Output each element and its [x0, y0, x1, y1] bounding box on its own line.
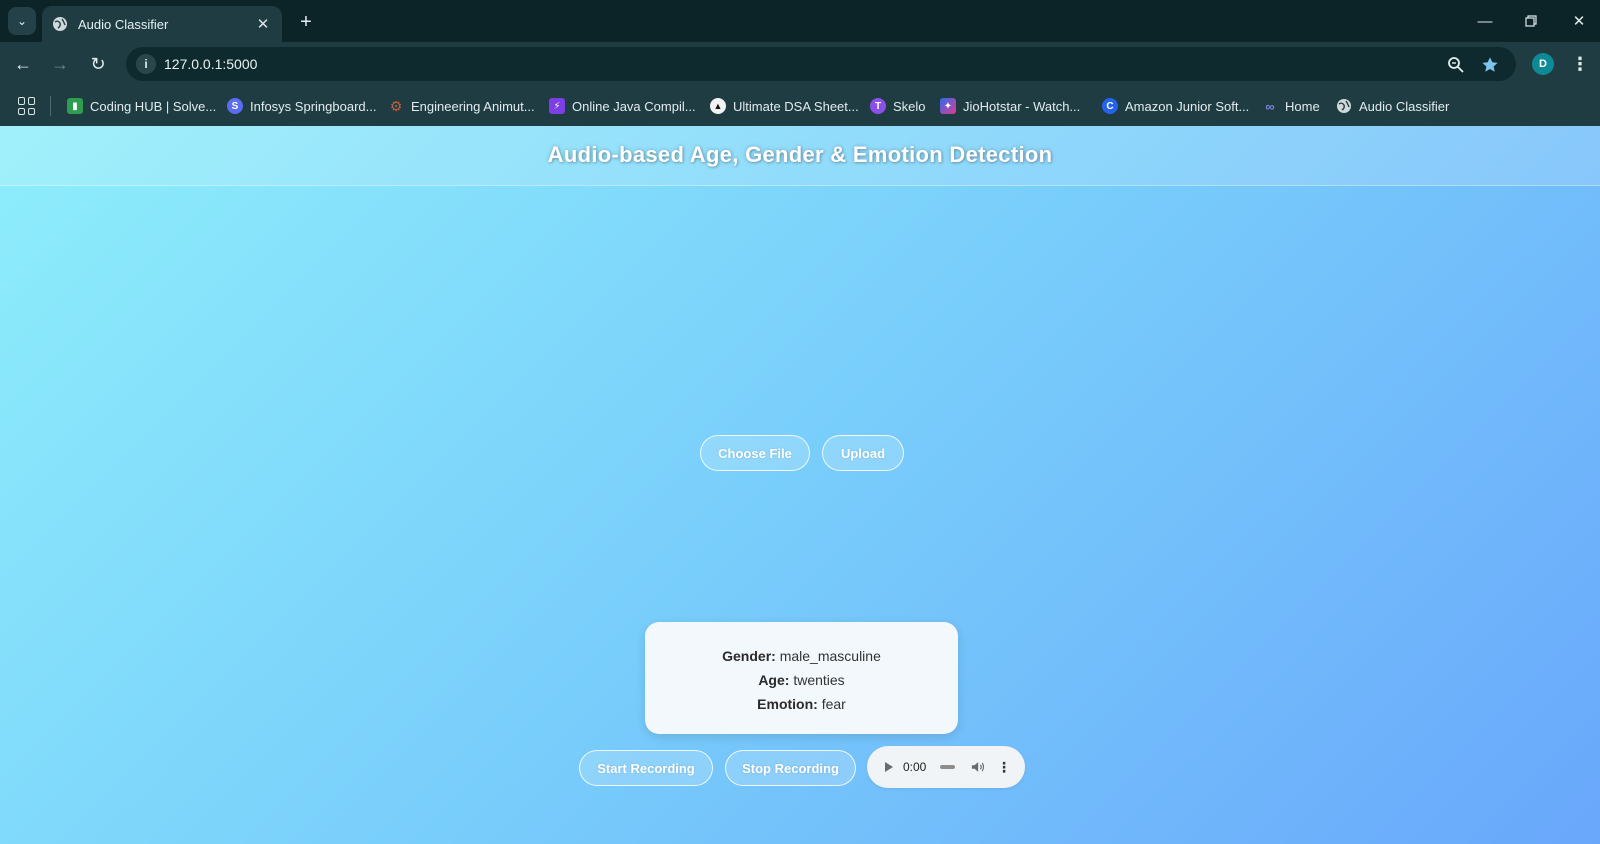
- age-result: Age: twenties: [645, 668, 958, 692]
- age-value: twenties: [793, 672, 845, 688]
- close-window-button[interactable]: ✕: [1564, 8, 1594, 34]
- gender-label: Gender:: [722, 648, 776, 664]
- skelo-icon: T: [870, 98, 886, 114]
- tab-audio-classifier[interactable]: Audio Classifier ✕: [42, 6, 282, 42]
- zoom-button[interactable]: [1444, 53, 1468, 77]
- engineering-icon: ⚙: [389, 97, 403, 114]
- more-vertical-icon[interactable]: ⋮: [997, 759, 1011, 776]
- volume-icon[interactable]: [971, 760, 985, 774]
- bookmarks-bar: ▮ Coding HUB | Solve... S Infosys Spring…: [0, 86, 1600, 126]
- close-icon: ✕: [1572, 13, 1586, 30]
- jiohotstar-icon: ✦: [940, 98, 956, 114]
- minimize-button[interactable]: —: [1470, 8, 1500, 34]
- browser-toolbar: ← → ↻ i 127.0.0.1:5000 D ⋮: [0, 42, 1600, 86]
- bookmark-label: Engineering Animut...: [411, 98, 535, 114]
- page-viewport: Audio-based Age, Gender & Emotion Detect…: [0, 126, 1600, 844]
- bookmark-label: Home: [1285, 98, 1320, 114]
- age-label: Age:: [758, 672, 790, 688]
- bookmark-label: Skelo: [893, 98, 926, 114]
- back-button[interactable]: ←: [9, 50, 37, 78]
- start-recording-button[interactable]: Start Recording: [579, 750, 713, 786]
- forward-button[interactable]: →: [46, 50, 74, 78]
- emotion-value: fear: [821, 696, 846, 712]
- reload-icon: ↻: [90, 53, 106, 74]
- upload-button[interactable]: Upload: [822, 435, 904, 471]
- bookmark-label: Amazon Junior Soft...: [1125, 98, 1250, 114]
- close-icon[interactable]: ✕: [254, 15, 272, 33]
- coding-hub-icon: ▮: [67, 98, 83, 114]
- globe-icon: [53, 17, 67, 31]
- address-bar[interactable]: i 127.0.0.1:5000: [126, 47, 1516, 81]
- play-icon[interactable]: [885, 762, 893, 772]
- audio-player: 0:00 ⋮: [867, 746, 1025, 788]
- result-card: Gender: male_masculine Age: twenties Emo…: [645, 622, 958, 734]
- star-icon: [1482, 57, 1498, 72]
- restore-icon: [1525, 15, 1537, 27]
- bookmark-label: Infosys Springboard...: [250, 98, 377, 114]
- bookmark-star-button[interactable]: [1478, 53, 1502, 77]
- globe-icon: [1337, 99, 1351, 113]
- arrow-left-icon: ←: [14, 53, 32, 74]
- new-tab-button[interactable]: +: [294, 10, 318, 34]
- plus-icon: +: [300, 10, 312, 33]
- apps-grid-icon[interactable]: [18, 97, 36, 115]
- tab-search-button[interactable]: ⌄: [8, 7, 36, 35]
- site-info-icon[interactable]: i: [136, 54, 156, 74]
- bookmark-ultimate-dsa-sheet[interactable]: ▲ Ultimate DSA Sheet...: [710, 94, 859, 118]
- restore-button[interactable]: [1516, 8, 1546, 34]
- page-title: Audio-based Age, Gender & Emotion Detect…: [547, 142, 1053, 167]
- url-text: 127.0.0.1:5000: [164, 56, 258, 72]
- bookmark-coding-hub[interactable]: ▮ Coding HUB | Solve...: [67, 94, 216, 118]
- arrow-right-icon: →: [51, 53, 69, 74]
- bookmark-audio-classifier[interactable]: Audio Classifier: [1336, 94, 1449, 118]
- home-link-icon: ∞: [1265, 98, 1275, 114]
- choose-file-button[interactable]: Choose File: [700, 435, 810, 471]
- bookmark-label: Ultimate DSA Sheet...: [733, 98, 859, 114]
- infosys-icon: S: [227, 98, 243, 114]
- dsa-sheet-icon: ▲: [710, 98, 726, 114]
- magnifier-icon: [1448, 57, 1464, 73]
- reload-button[interactable]: ↻: [84, 50, 112, 78]
- bookmark-skelo[interactable]: T Skelo: [870, 94, 926, 118]
- minimize-icon: —: [1477, 12, 1493, 30]
- bookmark-online-java-compiler[interactable]: ⚡ Online Java Compil...: [549, 94, 696, 118]
- bookmark-jiohotstar[interactable]: ✦ JioHotstar - Watch...: [940, 94, 1080, 118]
- amazon-junior-icon: C: [1102, 98, 1118, 114]
- bookmark-label: Coding HUB | Solve...: [90, 98, 217, 114]
- bookmark-infosys-springboard[interactable]: S Infosys Springboard...: [227, 94, 376, 118]
- java-compiler-icon: ⚡: [549, 98, 565, 114]
- gender-value: male_masculine: [779, 648, 881, 664]
- more-vertical-icon: ⋮: [1571, 53, 1589, 74]
- bookmark-home[interactable]: ∞ Home: [1262, 94, 1320, 118]
- bookmark-label: JioHotstar - Watch...: [963, 98, 1081, 114]
- audio-time: 0:00: [903, 760, 927, 774]
- bookmark-label: Audio Classifier: [1359, 98, 1450, 114]
- tab-title: Audio Classifier: [78, 16, 169, 32]
- emotion-result: Emotion: fear: [645, 692, 958, 716]
- bookmark-amazon-junior[interactable]: C Amazon Junior Soft...: [1102, 94, 1249, 118]
- gender-result: Gender: male_masculine: [645, 644, 958, 668]
- bookmark-engineering[interactable]: ⚙ Engineering Animut...: [388, 94, 535, 118]
- browser-menu-button[interactable]: ⋮: [1568, 51, 1592, 77]
- stop-recording-button[interactable]: Stop Recording: [725, 750, 856, 786]
- bookmarks-divider: [50, 96, 51, 116]
- audio-progress-slider[interactable]: [940, 765, 955, 769]
- tab-bar: ⌄ Audio Classifier ✕ + — ✕: [0, 0, 1600, 42]
- bookmark-label: Online Java Compil...: [572, 98, 696, 114]
- emotion-label: Emotion:: [757, 696, 818, 712]
- chevron-down-icon: ⌄: [16, 14, 28, 28]
- profile-avatar[interactable]: D: [1532, 53, 1554, 75]
